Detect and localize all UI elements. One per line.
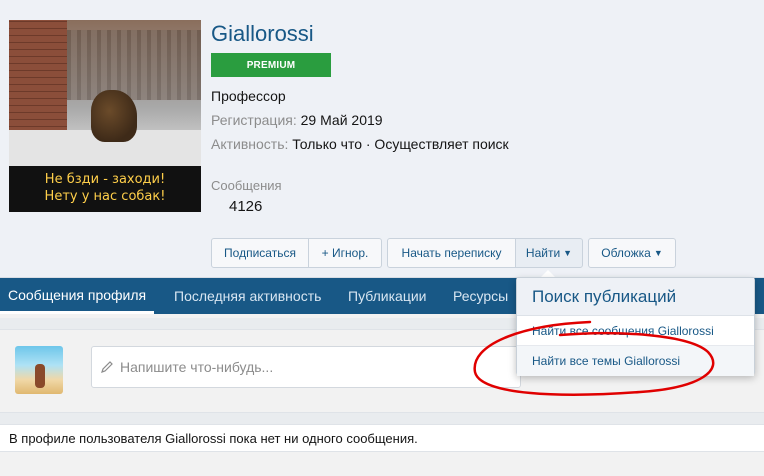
activity-label: Активность:	[211, 136, 289, 152]
cover-button-label: Обложка	[601, 246, 651, 260]
profile-header: Не бзди - заходи! Нету у нас собак! Gial…	[0, 0, 764, 278]
find-all-posts-link[interactable]: Найти все сообщения Giallorossi	[517, 316, 754, 346]
find-button-label: Найти	[525, 246, 561, 260]
tab-profile-posts[interactable]: Сообщения профиля	[0, 278, 155, 314]
empty-profile-message: В профиле пользователя Giallorossi пока …	[0, 424, 764, 452]
cover-button[interactable]: Обложка ▼	[588, 238, 676, 268]
chevron-down-icon: ▼	[563, 248, 573, 258]
messages-label: Сообщения	[211, 178, 282, 193]
avatar-caption-line1: Не бзди - заходи!	[44, 172, 166, 187]
avatar-caption: Не бзди - заходи! Нету у нас собак!	[9, 166, 201, 212]
activity-line: Активность: Только что · Осуществляет по…	[211, 136, 509, 152]
avatar-caption-line2: Нету у нас собак!	[44, 189, 166, 204]
start-conversation-button[interactable]: Начать переписку	[387, 238, 516, 268]
tab-postings[interactable]: Публикации	[348, 278, 426, 314]
profile-avatar[interactable]: Не бзди - заходи! Нету у нас собак!	[9, 20, 201, 212]
find-all-threads-link[interactable]: Найти все темы Giallorossi	[517, 346, 754, 376]
avatar-fence	[67, 30, 201, 100]
content-separator	[0, 412, 764, 424]
ignore-button[interactable]: + Игнор.	[308, 238, 382, 268]
user-title: Профессор	[211, 88, 286, 104]
follow-button[interactable]: Подписаться	[211, 238, 309, 268]
registration-line: Регистрация: 29 Май 2019	[211, 112, 383, 128]
find-dropdown-menu: Поиск публикаций Найти все сообщения Gia…	[516, 277, 755, 376]
visitor-avatar[interactable]	[15, 346, 63, 394]
dropdown-title: Поиск публикаций	[517, 278, 754, 316]
activity-value: Только что · Осуществляет поиск	[292, 136, 509, 152]
registration-label: Регистрация:	[211, 112, 297, 128]
tab-resources[interactable]: Ресурсы	[453, 278, 508, 314]
messages-count[interactable]: 4126	[229, 198, 262, 215]
chevron-down-icon: ▼	[653, 248, 663, 258]
profile-post-input[interactable]: Напишите что-нибудь...	[91, 346, 521, 388]
tab-latest-activity[interactable]: Последняя активность	[174, 278, 321, 314]
avatar-figure	[35, 364, 45, 388]
avatar-lion	[91, 90, 137, 142]
registration-value: 29 Май 2019	[300, 112, 383, 128]
find-button[interactable]: Найти ▼	[515, 238, 583, 268]
pencil-icon	[101, 361, 113, 373]
username[interactable]: Giallorossi	[211, 21, 314, 47]
premium-banner: PREMIUM	[211, 53, 331, 77]
profile-post-placeholder: Напишите что-нибудь...	[120, 359, 274, 375]
